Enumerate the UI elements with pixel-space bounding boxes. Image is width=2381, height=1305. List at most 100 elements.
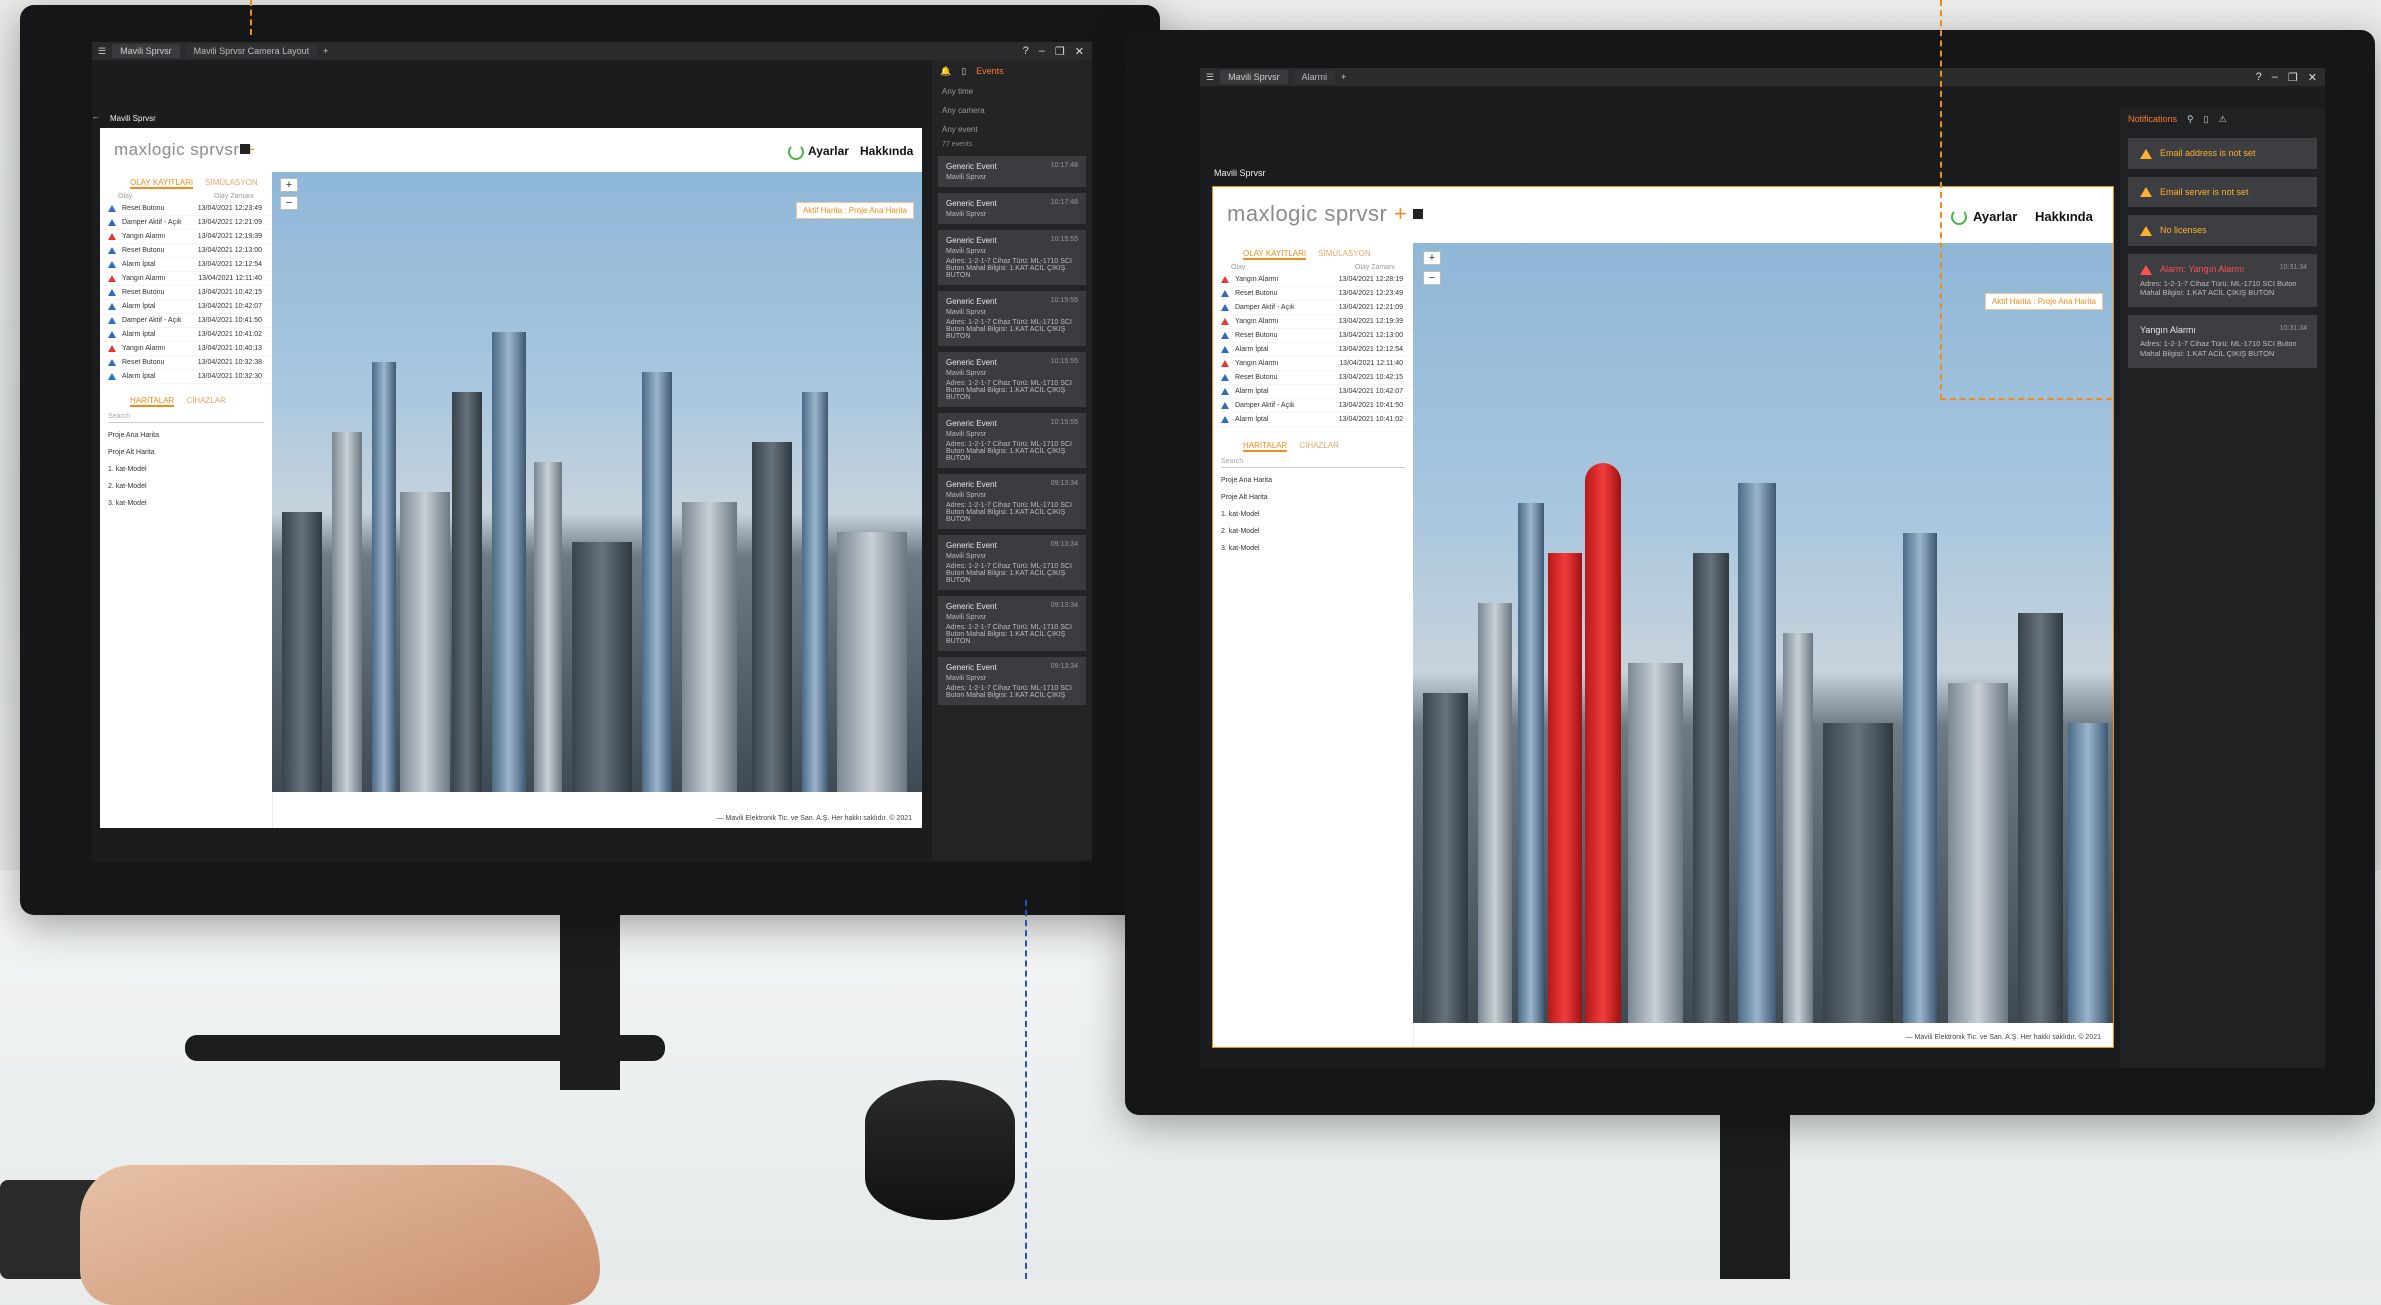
map-list-item[interactable]: 3. kat-Model bbox=[1213, 540, 1413, 557]
warning-icon[interactable]: ⚠ bbox=[2219, 114, 2227, 125]
tab-devices[interactable]: CİHAZLAR bbox=[186, 396, 226, 407]
person-icon[interactable]: ⚲ bbox=[2187, 114, 2194, 125]
back-icon[interactable]: ← bbox=[92, 112, 112, 121]
event-card[interactable]: Generic Event 09:13:34 Mavili Sprvsr Adres:… bbox=[938, 535, 1086, 590]
tab-simulation[interactable]: SİMÜLASYON bbox=[1318, 249, 1370, 260]
table-row[interactable]: Damper Aktif - Açık 13/04/2021 10:41:50 bbox=[1213, 399, 1413, 413]
map-list-item[interactable]: Proje Ana Harita bbox=[100, 427, 272, 444]
power-icon[interactable] bbox=[1951, 209, 1967, 225]
menu-icon[interactable]: ☰ bbox=[1206, 72, 1214, 83]
city-map-view[interactable]: + − Aktif Harita : Proje Ana Harita bbox=[1413, 243, 2113, 1023]
power-icon[interactable] bbox=[788, 144, 804, 160]
minimize-icon[interactable]: – bbox=[2272, 71, 2278, 84]
notification-item[interactable]: Yangın Alarmı 10:31:34 Adres: 1-2-1-7 Ciha… bbox=[2128, 315, 2317, 368]
table-row[interactable]: Damper Aktif - Açık 13/04/2021 12:21:09 bbox=[1213, 301, 1413, 315]
restore-icon[interactable]: ❐ bbox=[1055, 45, 1065, 58]
minimize-icon[interactable]: – bbox=[1039, 45, 1045, 58]
event-card[interactable]: Generic Event 09:13:34 Mavili Sprvsr Adres:… bbox=[938, 474, 1086, 529]
close-icon[interactable]: ✕ bbox=[2308, 71, 2317, 84]
tab-main[interactable]: Mavili Sprvsr bbox=[1220, 70, 1288, 84]
table-row[interactable]: Reset Butonu 13/04/2021 10:42:15 bbox=[100, 286, 272, 300]
event-card[interactable]: Generic Event 10:15:55 Mavili Sprvsr Adres:… bbox=[938, 413, 1086, 468]
zoom-out-button[interactable]: − bbox=[280, 196, 298, 210]
help-icon[interactable]: ? bbox=[2256, 71, 2262, 84]
table-row[interactable]: Alarm İptal 13/04/2021 10:42:07 bbox=[100, 300, 272, 314]
table-row[interactable]: Reset Butonu 13/04/2021 10:32:38 bbox=[100, 356, 272, 370]
notification-item[interactable]: Alarm: Yangın Alarmı 10:31:34 Adres: 1-2-1… bbox=[2128, 253, 2317, 308]
table-row[interactable]: Yangın Alarmı 13/04/2021 10:40:13 bbox=[100, 342, 272, 356]
table-row[interactable]: Yangın Alarmı 13/04/2021 12:28:19 bbox=[1213, 273, 1413, 287]
table-row[interactable]: Reset Butonu 13/04/2021 12:13:00 bbox=[100, 244, 272, 258]
table-row[interactable]: Alarm İptal 13/04/2021 10:41:02 bbox=[1213, 413, 1413, 427]
tab-maps[interactable]: HARİTALAR bbox=[130, 396, 175, 407]
tab-event-records[interactable]: OLAY KAYITLARI bbox=[1243, 249, 1307, 260]
table-row[interactable]: Alarm İptal 13/04/2021 10:32:30 bbox=[100, 370, 272, 384]
table-row[interactable]: Damper Aktif - Açık 13/04/2021 12:21:09 bbox=[100, 216, 272, 230]
settings-link[interactable]: Ayarlar bbox=[1973, 209, 2017, 224]
close-icon[interactable]: ✕ bbox=[1075, 45, 1084, 58]
table-row[interactable]: Yangın Alarmı 13/04/2021 12:11:40 bbox=[1213, 357, 1413, 371]
event-card[interactable]: Generic Event 10:15:55 Mavili Sprvsr Adres:… bbox=[938, 352, 1086, 407]
table-row[interactable]: Reset Butonu 13/04/2021 12:23:49 bbox=[1213, 287, 1413, 301]
tab-devices[interactable]: CİHAZLAR bbox=[1299, 441, 1339, 452]
map-list-item[interactable]: Proje Ana Harita bbox=[1213, 472, 1413, 489]
home-icon[interactable] bbox=[1413, 209, 1423, 219]
tab-alarms[interactable]: Alarmi bbox=[1293, 70, 1336, 84]
map-list-item[interactable]: 2. kat-Model bbox=[1213, 523, 1413, 540]
filter-camera[interactable]: Any camera bbox=[932, 101, 1092, 120]
table-row[interactable]: Alarm İptal 13/04/2021 10:42:07 bbox=[1213, 385, 1413, 399]
table-row[interactable]: Yangın Alarmı 13/04/2021 12:19:39 bbox=[100, 230, 272, 244]
filter-time[interactable]: Any time bbox=[932, 82, 1092, 101]
event-card[interactable]: Generic Event 10:17:48 Mavili Sprvsr bbox=[938, 156, 1086, 187]
filter-event[interactable]: Any event bbox=[932, 120, 1092, 139]
tab-simulation[interactable]: SİMÜLASYON bbox=[205, 178, 257, 189]
event-card[interactable]: Generic Event 09:13:34 Mavili Sprvsr Adres:… bbox=[938, 596, 1086, 651]
bell-icon[interactable]: 🔔 bbox=[940, 66, 951, 77]
city-map-view[interactable]: + − Aktif Harita : Proje Ana Harita bbox=[272, 172, 922, 792]
help-icon[interactable]: ? bbox=[1023, 45, 1029, 58]
table-row[interactable]: Yangın Alarmı 13/04/2021 12:19:39 bbox=[1213, 315, 1413, 329]
restore-icon[interactable]: ❐ bbox=[2288, 71, 2298, 84]
bookmark-icon[interactable]: ▯ bbox=[961, 66, 966, 77]
table-row[interactable]: Yangın Alarmı 13/04/2021 12:11:40 bbox=[100, 272, 272, 286]
events-tab[interactable]: Events bbox=[976, 66, 1004, 76]
event-card[interactable]: Generic Event 10:17:48 Mavili Sprvsr bbox=[938, 193, 1086, 224]
tab-event-records[interactable]: OLAY KAYITLARI bbox=[130, 178, 194, 189]
notification-item[interactable]: No licenses bbox=[2128, 215, 2317, 246]
tab-maps[interactable]: HARİTALAR bbox=[1243, 441, 1288, 452]
zoom-in-button[interactable]: + bbox=[280, 178, 298, 192]
table-row[interactable]: Damper Aktif - Açık 13/04/2021 10:41:50 bbox=[100, 314, 272, 328]
notification-item[interactable]: Email server is not set bbox=[2128, 176, 2317, 208]
tab-camera-layout[interactable]: Mavili Sprvsr Camera Layout bbox=[185, 44, 318, 58]
map-list-item[interactable]: 2. kat-Model bbox=[100, 478, 272, 495]
event-card[interactable]: Generic Event 10:15:55 Mavili Sprvsr Adres:… bbox=[938, 291, 1086, 346]
table-row[interactable]: Reset Butonu 13/04/2021 12:13:00 bbox=[1213, 329, 1413, 343]
add-tab-icon[interactable]: + bbox=[323, 46, 328, 56]
settings-link[interactable]: Ayarlar bbox=[808, 144, 849, 158]
add-tab-icon[interactable]: + bbox=[1341, 72, 1346, 82]
about-link[interactable]: Hakkında bbox=[2035, 209, 2093, 224]
notification-item[interactable]: Email address is not set bbox=[2128, 138, 2317, 169]
zoom-in-button[interactable]: + bbox=[1423, 251, 1441, 265]
table-row[interactable]: Reset Butonu 13/04/2021 12:23:49 bbox=[100, 202, 272, 216]
table-row[interactable]: Alarm İptal 13/04/2021 12:12:54 bbox=[1213, 343, 1413, 357]
table-row[interactable]: Reset Butonu 13/04/2021 10:42:15 bbox=[1213, 371, 1413, 385]
bookmark-icon[interactable]: ▯ bbox=[2204, 114, 2209, 125]
map-list-item[interactable]: Proje Alt Harita bbox=[100, 444, 272, 461]
zoom-out-button[interactable]: − bbox=[1423, 271, 1441, 285]
map-list-item[interactable]: 1. kat-Model bbox=[1213, 506, 1413, 523]
about-link[interactable]: Hakkında bbox=[860, 144, 913, 158]
home-icon[interactable] bbox=[240, 144, 250, 154]
tab-main[interactable]: Mavili Sprvsr bbox=[112, 44, 180, 58]
event-card[interactable]: Generic Event 09:13:34 Mavili Sprvsr Adres:… bbox=[938, 657, 1086, 705]
table-row[interactable]: Alarm İptal 13/04/2021 10:41:02 bbox=[100, 328, 272, 342]
map-list-item[interactable]: Proje Alt Harita bbox=[1213, 489, 1413, 506]
search-input[interactable]: Search bbox=[108, 413, 264, 423]
map-list-item[interactable]: 1. kat-Model bbox=[100, 461, 272, 478]
table-row[interactable]: Alarm İptal 13/04/2021 12:12:54 bbox=[100, 258, 272, 272]
notifications-tab[interactable]: Notifications bbox=[2128, 114, 2177, 124]
menu-icon[interactable]: ☰ bbox=[98, 46, 106, 57]
map-list-item[interactable]: 3. kat-Model bbox=[100, 495, 272, 512]
search-input[interactable]: Search bbox=[1221, 458, 1405, 468]
event-card[interactable]: Generic Event 10:15:55 Mavili Sprvsr Adres:… bbox=[938, 230, 1086, 285]
